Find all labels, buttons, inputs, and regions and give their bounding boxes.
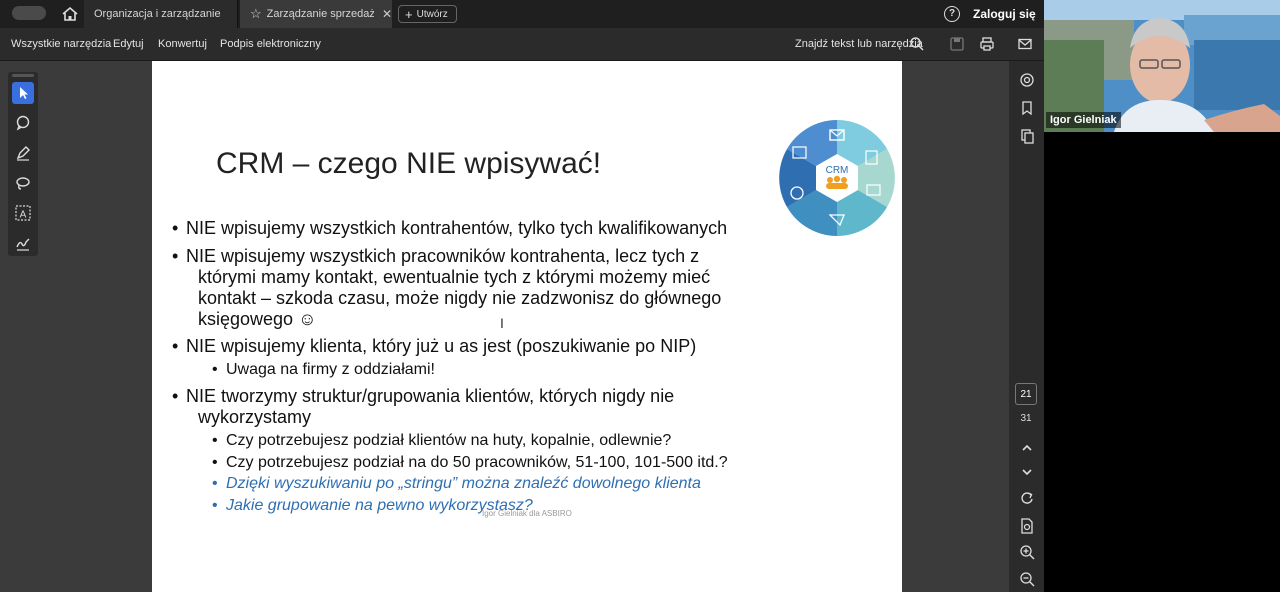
tab-label: Zarządzanie sprzedażą... — [266, 8, 374, 20]
text-tool-button[interactable]: A — [12, 202, 34, 224]
close-tab-icon[interactable]: ✕ — [382, 7, 392, 21]
slide-footer: Igor Gielniak dla ASBIRO — [482, 509, 572, 518]
bookmark-icon[interactable] — [1018, 99, 1036, 117]
star-icon[interactable]: ☆ — [250, 6, 262, 22]
right-panel: 21 31 — [1009, 61, 1044, 592]
text-cursor-icon: I — [500, 315, 504, 331]
document-page: CRM – czego NIE wpisywać! NIE wpisujemy … — [152, 61, 902, 592]
help-icon[interactable]: ? — [944, 6, 960, 22]
rotate-icon[interactable] — [1018, 490, 1036, 508]
toolbar-grip[interactable] — [12, 74, 34, 77]
mail-icon[interactable] — [1017, 36, 1033, 52]
pdf-viewer-window: Organizacja i zarządzanie sprz... ☆ Zarz… — [0, 0, 1044, 592]
sign-tool-button[interactable] — [12, 232, 34, 254]
tab-label: Organizacja i zarządzanie sprz... — [94, 8, 224, 20]
svg-text:A: A — [20, 210, 27, 221]
menu-edit[interactable]: Edytuj — [113, 38, 144, 50]
crm-diagram: CRM — [779, 120, 895, 236]
chevron-up-icon[interactable] — [1018, 439, 1036, 457]
bullet-2: NIE wpisujemy wszystkich pracowników kon… — [172, 246, 699, 267]
signature-icon — [16, 238, 30, 251]
new-tab-button[interactable]: + Utwórz — [398, 5, 457, 23]
bullet-2-line-4: księgowego ☺ — [198, 309, 317, 329]
sub-bullet-3-1: Uwaga na firmy z oddziałami! — [212, 360, 435, 379]
sub-bullet-4-2: Czy potrzebujesz podział na do 50 pracow… — [212, 453, 728, 472]
tab-zarzadzanie[interactable]: ☆ Zarządzanie sprzedażą... ✕ — [240, 0, 392, 28]
window-menu-pill[interactable] — [12, 6, 46, 20]
print-icon[interactable] — [979, 36, 995, 52]
lasso-icon — [16, 177, 30, 190]
bullet-1: NIE wpisujemy wszystkich kontrahentów, t… — [172, 218, 727, 239]
tab-bar: Organizacja i zarządzanie sprz... ☆ Zarz… — [0, 0, 1044, 28]
menu-convert[interactable]: Konwertuj — [158, 38, 207, 50]
save-icon[interactable] — [949, 36, 965, 52]
comment-tool-button[interactable] — [12, 112, 34, 134]
left-toolbar: A — [8, 72, 38, 256]
pen-icon — [16, 146, 30, 161]
menu-esign[interactable]: Podpis elektroniczny — [220, 38, 321, 50]
menu-all-tools[interactable]: Wszystkie narzędzia — [11, 38, 111, 50]
total-pages: 31 — [1020, 413, 1032, 424]
bullet-2-line-3: kontakt – szkoda czasu, może nigdy nie z… — [198, 288, 722, 308]
draw-tool-button[interactable] — [12, 172, 34, 194]
current-page-input[interactable]: 21 — [1015, 383, 1037, 405]
highlight-tool-button[interactable] — [12, 142, 34, 164]
menu-bar: Wszystkie narzędzia Edytuj Konwertuj Pod… — [0, 28, 1044, 61]
sub-bullet-4-3: Dzięki wyszukiwaniu po „stringu” można z… — [212, 474, 701, 493]
chevron-down-icon[interactable] — [1018, 463, 1036, 481]
zoom-out-icon[interactable] — [1018, 570, 1036, 588]
participant-name: Igor Gielniak — [1046, 112, 1121, 128]
text-box-icon: A — [15, 205, 31, 221]
pages-icon[interactable] — [1018, 127, 1036, 145]
comment-icon — [16, 115, 30, 131]
cursor-arrow-icon — [20, 87, 28, 99]
search-icon[interactable] — [909, 36, 925, 52]
sub-bullet-4-1: Czy potrzebujesz podział klientów na hut… — [212, 431, 671, 450]
sign-in-button[interactable]: Zaloguj się — [973, 7, 1036, 21]
at-icon[interactable] — [1018, 71, 1036, 89]
new-tab-label: Utwórz — [416, 8, 448, 20]
bullet-4: NIE tworzymy struktur/grupowania klientó… — [172, 386, 674, 407]
bullet-3: NIE wpisujemy klienta, który już u as je… — [172, 336, 696, 357]
page-search-icon[interactable] — [1018, 517, 1036, 535]
home-icon[interactable] — [60, 5, 80, 23]
select-tool-button[interactable] — [12, 82, 34, 104]
plus-icon: + — [405, 6, 413, 22]
bullet-2-line-2: którymi mamy kontakt, ewentualnie tych z… — [198, 267, 711, 287]
bullet-4-line-2: wykorzystamy — [198, 407, 312, 427]
slide-title: CRM – czego NIE wpisywać! — [216, 147, 602, 180]
zoom-in-icon[interactable] — [1018, 543, 1036, 561]
find-text-label[interactable]: Znajdź tekst lub narzędzia — [795, 38, 923, 50]
tab-organizacja[interactable]: Organizacja i zarządzanie sprz... — [84, 0, 238, 28]
video-tile: Igor Gielniak — [1044, 0, 1280, 132]
crm-label: CRM — [826, 165, 849, 176]
